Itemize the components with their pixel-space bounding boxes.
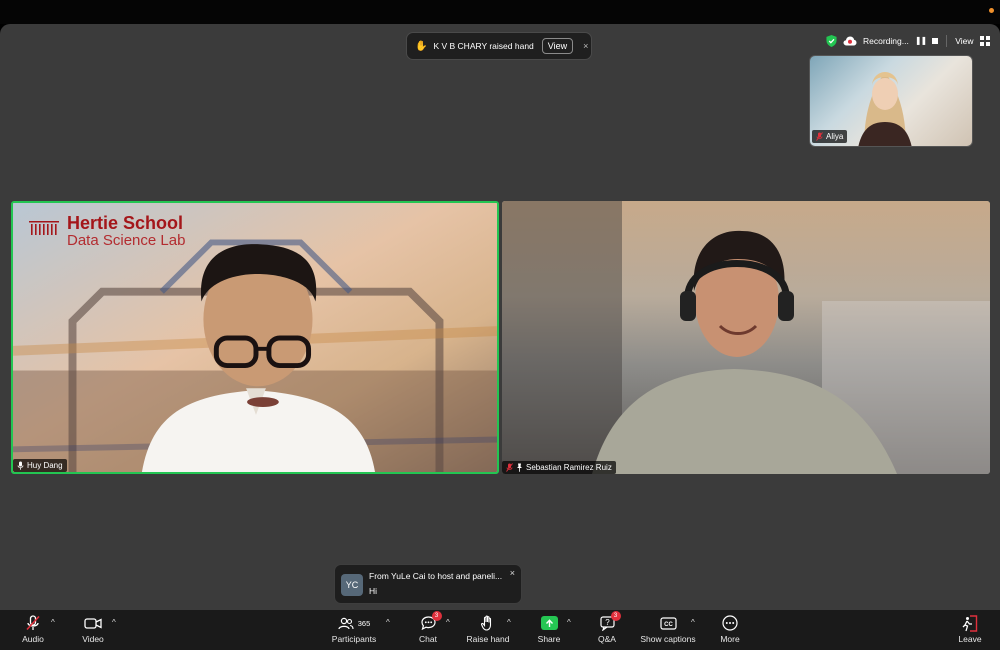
participants-label: Participants [331,634,377,644]
more-options-icon [722,615,738,631]
microphone-muted-icon [26,615,40,631]
self-view-name-tag: Aliya [812,130,848,143]
shield-icon[interactable] [826,34,837,47]
leave-meeting-icon [962,614,978,632]
close-icon[interactable]: × [583,41,588,51]
raise-hand-icon [481,615,492,631]
participant-video [858,72,912,146]
video-tile[interactable]: Sebastian Ramirez Ruiz [502,201,990,474]
pin-icon [517,463,522,472]
divider [946,34,948,47]
brand-subtitle: Data Science Lab [67,232,186,249]
hertie-logo-icon [29,221,59,235]
self-view-thumbnail[interactable]: Aliya [809,55,973,147]
cloud-recording-icon [843,36,857,45]
svg-text:CC: CC [664,622,673,628]
recording-bar: Recording... ❚❚ View [826,32,990,49]
participant-name-tag: Sebastian Ramirez Ruiz [502,461,616,474]
camera-in-use-indicator [989,8,994,13]
participants-options-chevron-icon[interactable]: ^ [386,618,390,627]
leave-label: Leave [958,634,982,644]
qa-button[interactable]: ? 3 Q&A [594,610,621,650]
stop-recording-icon[interactable] [932,37,939,44]
chat-button[interactable]: 3 Chat [414,610,442,650]
share-label: Share [537,634,561,644]
leave-button[interactable]: Leave [954,610,986,650]
microphone-icon [17,461,24,470]
chat-message-toast[interactable]: YC From YuLe Cai to host and paneli... H… [334,564,522,604]
brand-title: Hertie School [67,213,184,233]
raised-hand-text: K V B CHARY raised hand [433,41,534,51]
captions-options-chevron-icon[interactable]: ^ [691,618,695,627]
brand-overlay: Hertie School Data Science Lab [29,213,185,249]
audio-button[interactable]: Audio [18,610,48,650]
window-titlebar [0,0,1000,24]
share-screen-button[interactable]: Share [534,610,564,650]
view-menu-button[interactable]: View [955,36,973,46]
share-options-chevron-icon[interactable]: ^ [567,618,571,627]
chat-options-chevron-icon[interactable]: ^ [446,618,450,627]
participants-count: 365 [357,618,371,628]
recording-label: Recording... [863,35,909,46]
microphone-muted-icon [816,132,823,141]
raised-hand-icon: ✋ [415,40,428,52]
share-screen-icon [540,616,558,630]
closed-captions-icon: CC [659,616,677,630]
qa-badge: 3 [610,611,621,621]
participant-name-tag: Huy Dang [13,459,67,472]
video-camera-icon [84,617,102,629]
chat-badge: 3 [431,611,442,621]
self-view-name: Aliya [826,132,844,141]
raise-hand-options-chevron-icon[interactable]: ^ [507,618,511,627]
more-button[interactable]: More [716,610,744,650]
svg-text:?: ? [605,618,610,627]
raise-hand-label: Raise hand [466,634,510,644]
raised-hand-notification: ✋ K V B CHARY raised hand View × [406,32,592,60]
close-icon[interactable]: × [510,568,515,578]
view-button[interactable]: View [541,38,574,54]
chat-label: Chat [419,634,437,644]
video-label: Video [82,634,104,644]
microphone-muted-icon [506,463,513,472]
video-tile-active-speaker[interactable]: Hertie School Data Science Lab Huy Dang [11,201,499,474]
participants-button[interactable]: 365 Participants [328,610,380,650]
audio-label: Audio [22,634,44,644]
pause-recording-icon[interactable]: ❚❚ [915,36,927,45]
meeting-toolbar: Audio ^ Video ^ 365 Participants ^ 3 Cha… [0,610,1000,650]
show-captions-label: Show captions [640,634,696,644]
chat-message: Hi [369,586,378,596]
participant-name: Huy Dang [27,461,63,470]
participants-icon [338,617,354,629]
participant-name: Sebastian Ramirez Ruiz [526,463,612,472]
video-options-chevron-icon[interactable]: ^ [112,618,116,627]
audio-options-chevron-icon[interactable]: ^ [51,618,55,627]
show-captions-button[interactable]: CC Show captions [638,610,698,650]
avatar: YC [341,574,363,596]
qa-label: Q&A [598,634,616,644]
chat-sender: From YuLe Cai to host and paneli... [369,571,503,581]
more-label: More [720,634,740,644]
grid-view-icon[interactable] [979,35,990,46]
participant-video [502,201,990,474]
video-button[interactable]: Video [78,610,108,650]
raise-hand-button[interactable]: Raise hand [465,610,511,650]
